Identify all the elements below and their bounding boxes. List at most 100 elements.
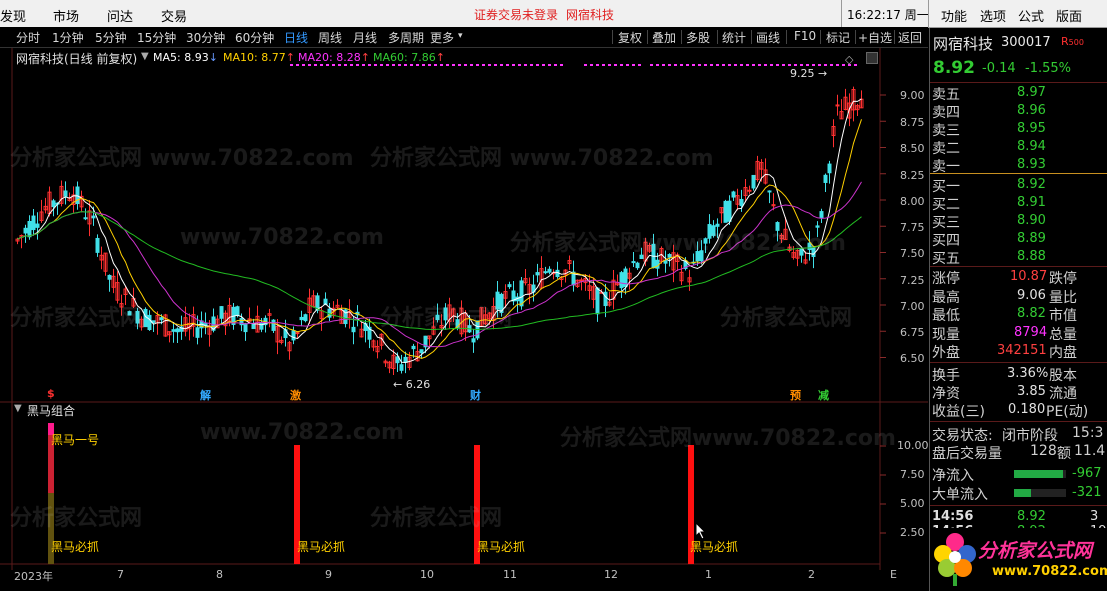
diamond-icon: ◇: [845, 53, 854, 66]
candle-body: [411, 345, 416, 350]
candle-body: [171, 329, 176, 332]
signal-dot: [632, 64, 635, 66]
event-mark-finance[interactable]: 财: [470, 387, 481, 403]
candle-body: [295, 332, 300, 335]
more-chevron-icon[interactable]: ▾: [458, 31, 463, 41]
event-mark-dollar[interactable]: $: [47, 387, 55, 400]
price-tick: 7.00: [900, 300, 925, 313]
candle-body: [495, 291, 500, 310]
signal-dot: [428, 64, 431, 66]
btn-multi-stock[interactable]: 多股: [686, 29, 710, 46]
candle-body: [143, 308, 148, 328]
candle-body: [727, 200, 732, 222]
candle-body: [23, 227, 28, 234]
signal-dot: [332, 64, 335, 66]
event-mark-reduce[interactable]: 减: [818, 387, 829, 403]
candle-body: [35, 223, 40, 228]
candle-body: [91, 215, 96, 219]
period-5min[interactable]: 5分钟: [95, 29, 127, 46]
indicator-label-top: 黑马一号: [51, 433, 100, 447]
signal-dot: [818, 64, 821, 66]
btn-draw[interactable]: 画线: [756, 29, 780, 46]
signal-dot: [458, 64, 461, 66]
signal-dot: [416, 64, 419, 66]
event-mark-incentive[interactable]: 激: [290, 387, 301, 403]
menu-wenda[interactable]: 问达: [107, 6, 133, 25]
menu-trade[interactable]: 交易: [161, 6, 187, 25]
indicator-chevron-icon[interactable]: ▼: [14, 403, 22, 414]
candle-body: [95, 237, 100, 253]
period-multi[interactable]: 多周期: [388, 29, 424, 46]
period-monthly[interactable]: 月线: [353, 29, 377, 46]
ask-label: 卖四: [932, 105, 960, 121]
period-30min[interactable]: 30分钟: [186, 29, 225, 46]
indicator-tick: 10.00: [897, 439, 929, 452]
btn-f10[interactable]: F10: [794, 29, 816, 43]
candle-body: [723, 200, 728, 223]
candle-body: [739, 198, 744, 207]
candle-body: [271, 319, 276, 331]
candle-body: [751, 174, 756, 189]
btn-add-watchlist[interactable]: +自选: [858, 29, 892, 46]
menu-options[interactable]: 选项: [980, 6, 1006, 25]
divider: [820, 30, 821, 44]
period-more[interactable]: 更多: [430, 29, 454, 46]
settings-chevron-icon[interactable]: ▼: [141, 51, 149, 62]
menu-market[interactable]: 市场: [53, 6, 79, 25]
signal-dot: [590, 64, 593, 66]
period-1min[interactable]: 1分钟: [52, 29, 84, 46]
candle-body: [695, 251, 700, 262]
event-mark-forecast[interactable]: 预: [790, 387, 801, 403]
after-hours-amt: 11.4: [1074, 443, 1106, 459]
signal-dot: [662, 64, 665, 66]
divider: [612, 30, 613, 44]
net-inflow-label: 净流入: [932, 468, 974, 484]
btn-fuquan[interactable]: 复权: [618, 29, 642, 46]
tick-time: 14:56: [932, 509, 974, 524]
btn-stats[interactable]: 统计: [722, 29, 746, 46]
period-tick[interactable]: 分时: [16, 29, 40, 46]
signal-dot: [542, 64, 545, 66]
candle-body: [31, 215, 36, 231]
menu-discover[interactable]: 发现: [0, 6, 26, 25]
btn-back[interactable]: 返回: [898, 29, 922, 46]
stat-label: 外盘: [932, 345, 960, 361]
after-hours-vol: 128: [1030, 443, 1057, 459]
menu-formula[interactable]: 公式: [1018, 6, 1044, 25]
signal-dot: [302, 64, 305, 66]
signal-dot: [380, 64, 383, 66]
period-60min[interactable]: 60分钟: [235, 29, 274, 46]
btn-mark[interactable]: 标记: [826, 29, 850, 46]
signal-dot: [344, 64, 347, 66]
signal-dot: [806, 64, 809, 66]
period-weekly[interactable]: 周线: [318, 29, 342, 46]
candle-body: [707, 224, 712, 239]
big-order-label: 大单流入: [932, 487, 988, 503]
ask-price: 8.93: [1017, 157, 1046, 172]
tick-price: 8.92: [1017, 509, 1046, 524]
period-15min[interactable]: 15分钟: [137, 29, 176, 46]
x-tick: 1: [705, 568, 712, 581]
stat-label: 最高: [932, 290, 960, 306]
signal-dot: [728, 64, 731, 66]
stat-label: PE(动): [1046, 404, 1089, 420]
menu-layout[interactable]: 版面: [1056, 6, 1082, 25]
btn-overlay[interactable]: 叠加: [652, 29, 676, 46]
kline-chart[interactable]: [0, 48, 928, 570]
divider: [894, 30, 895, 44]
scrollbar-handle[interactable]: [866, 52, 878, 64]
candle-body: [663, 260, 668, 264]
login-warning[interactable]: 证券交易未登录: [474, 6, 558, 23]
logo-title: 分析家公式网: [978, 540, 1093, 562]
ask-label: 卖二: [932, 141, 960, 157]
chart-title: 网宿科技(日线 前复权): [16, 52, 138, 66]
signal-dot: [386, 64, 389, 66]
stat-value: 8794: [1014, 325, 1048, 340]
period-toolbar: 分时 1分钟 5分钟 15分钟 30分钟 60分钟 日线 周线 月线 多周期 更…: [0, 27, 928, 48]
candle-body: [603, 291, 608, 307]
signal-dot: [788, 64, 791, 66]
stat-label: 收益(三): [932, 404, 985, 420]
period-daily[interactable]: 日线: [284, 29, 308, 46]
event-mark-unlock[interactable]: 解: [200, 387, 211, 403]
menu-function[interactable]: 功能: [941, 6, 967, 25]
